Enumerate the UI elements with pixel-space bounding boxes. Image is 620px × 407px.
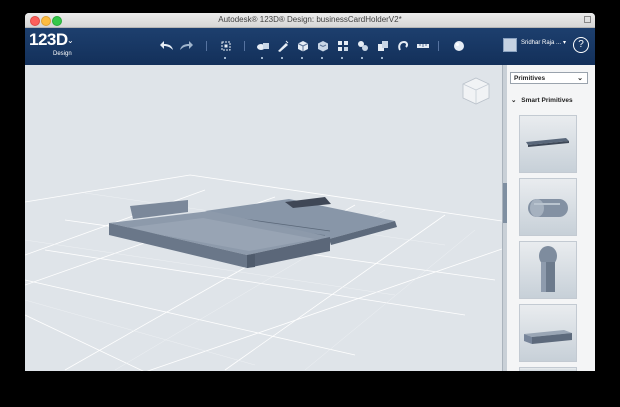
undo-button[interactable] — [158, 37, 176, 55]
toolbar-separator — [438, 41, 439, 51]
window-title: Autodesk® 123D® Design: businessCardHold… — [218, 15, 402, 24]
scene-canvas[interactable] — [25, 65, 502, 371]
smart-primitives-header[interactable]: ⌄ Smart Primitives — [511, 96, 573, 104]
construct-button[interactable] — [294, 37, 312, 59]
pattern-button[interactable] — [334, 37, 352, 59]
avatar[interactable] — [503, 38, 517, 52]
menu-indicator — [301, 57, 303, 59]
pattern-icon — [338, 41, 348, 51]
bar-primitive-icon — [524, 330, 572, 344]
toolbar-separator — [244, 41, 245, 51]
title-bar: Autodesk® 123D® Design: businessCardHold… — [25, 13, 595, 28]
peg-primitive-icon — [539, 246, 557, 292]
chevron-down-icon[interactable]: ▾ — [563, 39, 566, 46]
grouping-icon — [358, 41, 368, 51]
sketch-icon — [278, 40, 289, 52]
panel-category-select[interactable]: Primitives ⌄ — [510, 72, 588, 84]
redo-button[interactable] — [177, 37, 195, 55]
menu-indicator — [224, 57, 226, 59]
material-button[interactable] — [450, 37, 468, 55]
bar-primitive-thumb[interactable] — [519, 304, 577, 362]
combine-button[interactable] — [374, 37, 392, 59]
logo-text: 123D — [29, 30, 68, 49]
primitives-button[interactable] — [254, 37, 272, 59]
menu-indicator — [341, 57, 343, 59]
fullscreen-icon[interactable] — [584, 16, 591, 23]
combine-icon — [378, 41, 388, 51]
redo-icon — [180, 41, 193, 50]
menu-indicator — [281, 57, 283, 59]
app-window: Autodesk® 123D® Design: businessCardHold… — [25, 13, 595, 371]
panel-category-value: Primitives — [514, 75, 546, 82]
view-cube-icon — [462, 77, 490, 105]
main-toolbar: 123D ⌄ Design Sridhar Raja ... ▾ ? — [25, 28, 595, 65]
text-primitive-thumb[interactable] — [519, 115, 577, 173]
capsule-primitive-thumb[interactable] — [519, 178, 577, 236]
help-button[interactable]: ? — [573, 37, 589, 53]
snap-button[interactable] — [394, 37, 412, 55]
material-icon — [454, 41, 464, 51]
modify-button[interactable] — [314, 37, 332, 59]
measure-icon — [417, 44, 429, 48]
viewcube[interactable] — [460, 75, 492, 107]
capsule-primitive-icon — [528, 199, 568, 217]
next-primitive-thumb[interactable] — [519, 367, 577, 371]
chevron-down-icon: ⌄ — [511, 97, 517, 104]
modify-icon — [318, 41, 328, 52]
transform-icon — [221, 41, 231, 51]
construct-icon — [297, 41, 309, 52]
section-title: Smart Primitives — [521, 97, 573, 104]
toolbar-separator — [206, 41, 207, 51]
measure-button[interactable] — [414, 37, 432, 55]
menu-indicator — [261, 57, 263, 59]
peg-primitive-thumb[interactable] — [519, 241, 577, 299]
text-primitive-icon — [526, 138, 569, 147]
primitives-panel: Primitives ⌄ ⌄ Smart Primitives — [507, 65, 595, 371]
chevron-down-icon: ⌄ — [67, 36, 74, 45]
3d-viewport[interactable] — [25, 65, 502, 371]
app-menu-button[interactable]: 123D ⌄ Design — [29, 30, 75, 62]
undo-icon — [160, 41, 173, 50]
snap-icon — [398, 40, 409, 51]
grouping-button[interactable] — [354, 37, 372, 59]
menu-indicator — [361, 57, 363, 59]
business-card-holder-model[interactable] — [109, 197, 397, 268]
primitives-icon — [257, 43, 269, 50]
menu-indicator — [321, 57, 323, 59]
menu-indicator — [381, 57, 383, 59]
chevron-down-icon: ⌄ — [577, 75, 583, 82]
logo-subtext: Design — [53, 51, 72, 57]
sketch-button[interactable] — [274, 37, 292, 59]
user-name[interactable]: Sridhar Raja ... — [521, 40, 561, 46]
transform-button[interactable] — [217, 37, 235, 59]
